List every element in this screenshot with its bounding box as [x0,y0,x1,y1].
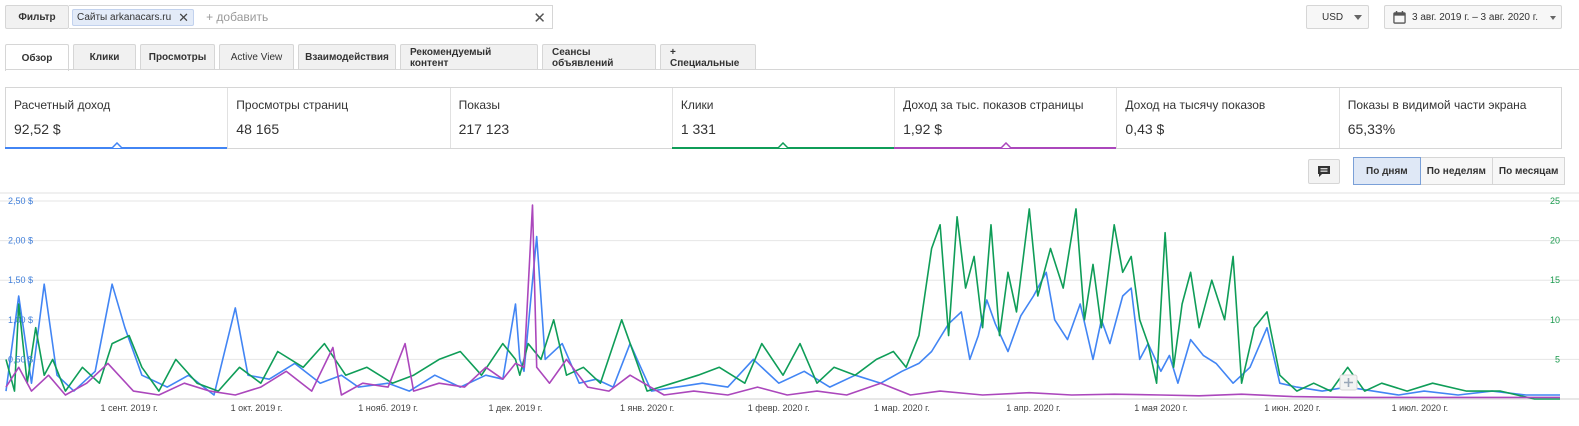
filter-input-box[interactable]: Сайты arkanacars.ru ✕ + добавить ✕ [69,5,553,29]
tabs-divider [5,69,1579,70]
chip-label: Сайты [77,11,108,23]
scorecard-value: 92,52 $ [14,121,61,137]
x-tick-label: 1 июл. 2020 г. [1392,403,1449,413]
scorecard-label: Просмотры страниц [236,98,349,112]
scorecard-page-rpm[interactable]: Доход за тыс. показов страницы 1,92 $ [894,88,1118,149]
x-tick-label: 1 июн. 2020 г. [1264,403,1320,413]
clear-filter-icon[interactable]: ✕ [533,9,546,27]
y-right-tick-label: 20 [1550,236,1560,246]
scorecard-label: Показы [458,98,501,112]
selected-notch-icon [111,142,122,148]
performance-chart: 0,50 $ 1,00 $ 1,50 $ 2,00 $ 2,50 $ 5 10 15 20 25 1… [0,192,1579,413]
scorecard-value: 1 331 [680,121,716,137]
x-tick-label: 1 окт. 2019 г. [231,403,283,413]
granularity-monthly-button[interactable]: По месяцам [1492,157,1566,185]
chip-value: arkanacars.ru [110,11,172,23]
scorecard-label: Доход на тысячу показов [1125,98,1266,112]
calendar-icon [1393,10,1406,24]
comment-icon [1318,166,1330,177]
scorecards: Расчетный доход 92,52 $ Просмотры страни… [5,87,1562,149]
tab-custom[interactable]: + Специальные [660,44,756,70]
x-tick-label: 1 дек. 2019 г. [489,403,543,413]
x-tick-label: 1 мар. 2020 г. [874,403,930,413]
scorecard-label: Доход за тыс. показов страницы [903,98,1084,112]
chart-series [5,204,1560,400]
add-annotation-icon[interactable] [1339,374,1358,391]
chevron-down-icon [1354,15,1362,24]
selected-notch-icon [778,142,789,148]
scorecard-value: 48 165 [236,121,280,137]
granularity-weekly-button[interactable]: По неделям [1420,157,1493,185]
add-filter-input[interactable]: + добавить [206,10,268,24]
tab-views[interactable]: Просмотры [140,44,215,70]
y-left-tick-label: 1,50 $ [8,275,33,285]
currency-value: USD [1322,11,1344,23]
report-tabs: Обзор Клики Просмотры Active View Взаимо… [5,44,760,71]
granularity-toggle: По дням По неделям По месяцам [1353,157,1566,185]
tab-overview[interactable]: Обзор [5,44,69,71]
scorecard-label: Клики [680,98,714,112]
annotations-button[interactable] [1308,159,1340,184]
x-tick-label: 1 нояб. 2019 г. [358,403,418,413]
y-right-tick-label: 25 [1550,196,1560,206]
scorecard-page-views[interactable]: Просмотры страниц 48 165 [228,88,451,148]
scorecard-value: 65,33% [1347,121,1396,137]
scorecard-impression-rpm[interactable]: Доход на тысячу показов 0,43 $ [1117,88,1340,148]
scorecard-value: 217 123 [458,121,510,137]
y-right-tick-label: 10 [1550,315,1560,325]
y-left-tick-label: 2,00 $ [8,236,33,246]
filter-button[interactable]: Фильтр [5,5,69,29]
x-tick-label: 1 апр. 2020 г. [1006,403,1061,413]
tab-interactions[interactable]: Взаимодействия [298,44,396,70]
scorecard-label: Показы в видимой части экрана [1347,98,1527,112]
tab-active-view[interactable]: Active View [219,44,294,70]
y-left-tick-label: 2,50 $ [8,196,33,206]
y-left-tick-label: 0,50 $ [8,354,33,364]
remove-chip-icon[interactable]: ✕ [178,11,189,24]
x-tick-label: 1 мая 2020 г. [1134,403,1187,413]
site-filter-chip[interactable]: Сайты arkanacars.ru ✕ [72,8,195,26]
y-right-tick-label: 15 [1550,275,1560,285]
currency-select[interactable]: USD [1306,5,1369,29]
scorecard-value: 1,92 $ [903,121,943,137]
series-line [5,208,1560,400]
date-range-picker[interactable]: 3 авг. 2019 г. – 3 авг. 2020 г. [1384,5,1562,29]
selected-notch-icon [1000,142,1011,148]
scorecard-clicks[interactable]: Клики 1 331 [671,88,896,149]
y-right-tick-label: 5 [1555,354,1560,364]
tab-ad-sessions[interactable]: Сеансы объявлений [542,44,656,70]
scorecard-label: Расчетный доход [14,98,111,112]
series-line [5,235,1560,396]
granularity-daily-button[interactable]: По дням [1353,157,1421,185]
date-range-value: 3 авг. 2019 г. – 3 авг. 2020 г. [1412,11,1538,23]
chart-grid [0,192,1579,400]
scorecard-value: 0,43 $ [1125,121,1165,137]
scorecard-viewability[interactable]: Показы в видимой части экрана 65,33% [1340,88,1561,148]
y-left-tick-label: 1,00 $ [8,315,33,325]
x-tick-label: 1 янв. 2020 г. [620,403,674,413]
tab-recommended-content[interactable]: Рекомендуемый контент [400,44,538,70]
scorecard-impressions[interactable]: Показы 217 123 [451,88,673,148]
x-tick-label: 1 сент. 2019 г. [100,403,157,413]
scorecard-estimated-revenue[interactable]: Расчетный доход 92,52 $ [5,88,229,149]
x-tick-label: 1 февр. 2020 г. [748,403,810,413]
chevron-down-icon [1550,16,1556,23]
tab-clicks[interactable]: Клики [73,44,136,70]
